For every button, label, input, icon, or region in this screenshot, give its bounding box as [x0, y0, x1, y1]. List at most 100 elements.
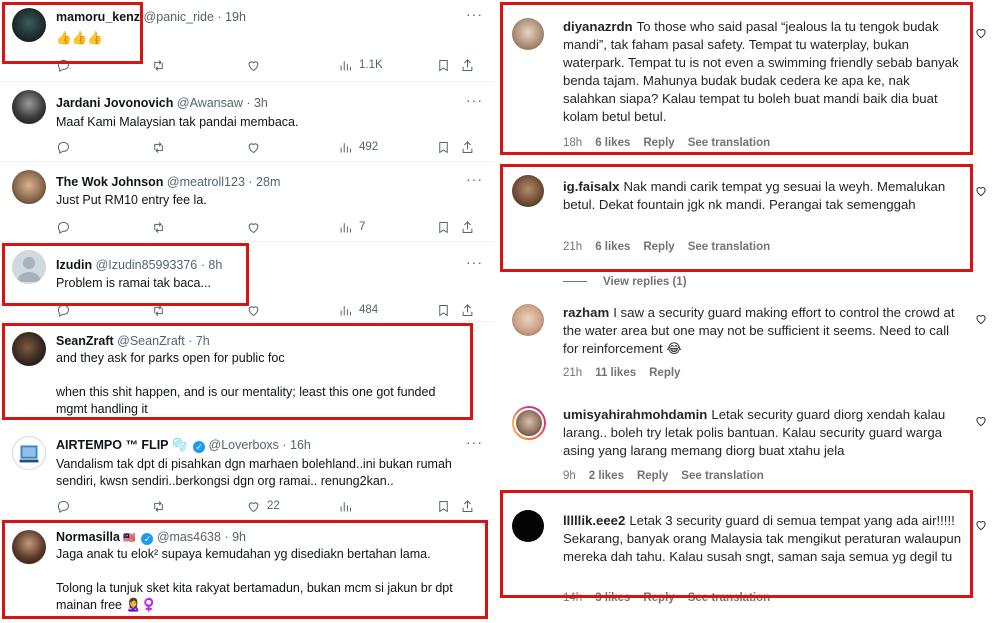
timestamp[interactable]: · 19h	[217, 10, 246, 24]
retweet-button[interactable]	[151, 303, 246, 318]
comment-time[interactable]: 9h	[563, 470, 576, 482]
handle[interactable]: @Awansaw	[177, 96, 243, 110]
display-name[interactable]: Jardani Jovonovich	[56, 96, 173, 110]
avatar[interactable]	[12, 90, 46, 124]
reply-button[interactable]: Reply	[643, 137, 674, 149]
handle[interactable]: @Loverboxs	[209, 438, 279, 452]
like-button[interactable]	[246, 58, 338, 73]
avatar[interactable]	[512, 304, 544, 336]
more-options-icon[interactable]: ···	[466, 171, 483, 187]
story-ring-avatar[interactable]	[512, 406, 546, 440]
see-translation-button[interactable]: See translation	[688, 137, 770, 149]
handle[interactable]: @mas4638	[157, 530, 221, 544]
avatar[interactable]	[512, 510, 544, 542]
x-reply[interactable]: Jardani Jovonovich @Awansaw · 3h ··· Maa…	[0, 82, 495, 162]
x-reply[interactable]: mamoru_kenz @panic_ride · 19h ··· 👍👍👍 1.…	[0, 0, 495, 82]
comment-time[interactable]: 21h	[563, 367, 582, 379]
avatar[interactable]	[12, 332, 46, 366]
more-options-icon[interactable]: ···	[466, 92, 483, 108]
username[interactable]: umisyahirahmohdamin	[563, 407, 707, 422]
display-name[interactable]: Izudin	[56, 258, 92, 272]
share-button[interactable]	[460, 58, 478, 73]
like-button[interactable]	[246, 303, 338, 318]
share-button[interactable]	[460, 220, 478, 235]
views-button[interactable]: 1.1K	[338, 58, 436, 73]
reply-button[interactable]	[56, 58, 151, 73]
display-name[interactable]: Normasilla	[56, 530, 120, 544]
timestamp[interactable]: · 3h	[246, 96, 268, 110]
reply-button[interactable]: Reply	[649, 367, 680, 379]
share-button[interactable]	[460, 140, 478, 155]
reply-button[interactable]: Reply	[643, 592, 674, 604]
timestamp[interactable]: · 8h	[201, 258, 223, 272]
x-reply[interactable]: Izudin @Izudin85993376 · 8h ··· Problem …	[0, 242, 495, 322]
display-name[interactable]: SeanZraft	[56, 334, 114, 348]
views-button[interactable]: 484	[338, 303, 436, 318]
likes-count[interactable]: 11 likes	[595, 367, 636, 379]
handle[interactable]: @meatroll123	[167, 175, 245, 189]
timestamp[interactable]: · 7h	[188, 334, 210, 348]
reply-button[interactable]	[56, 220, 151, 235]
heart-icon[interactable]	[974, 26, 988, 40]
retweet-button[interactable]	[151, 140, 246, 155]
likes-count[interactable]: 2 likes	[589, 470, 624, 482]
see-translation-button[interactable]: See translation	[688, 241, 770, 253]
more-options-icon[interactable]: ···	[466, 254, 483, 270]
bookmark-button[interactable]	[436, 58, 460, 73]
bookmark-button[interactable]	[436, 220, 460, 235]
avatar[interactable]	[12, 250, 46, 284]
bookmark-button[interactable]	[436, 140, 460, 155]
handle[interactable]: @Izudin85993376	[96, 258, 198, 272]
reply-button[interactable]	[56, 140, 151, 155]
heart-icon[interactable]	[974, 518, 988, 532]
x-reply[interactable]: AIRTEMPO ™ FLIP 🫧 ✓ @Loverboxs · 16h ···…	[0, 426, 495, 520]
timestamp[interactable]: · 9h	[224, 530, 246, 544]
display-name[interactable]: The Wok Johnson	[56, 175, 163, 189]
likes-count[interactable]: 6 likes	[595, 241, 630, 253]
timestamp[interactable]: · 28m	[248, 175, 280, 189]
heart-icon[interactable]	[974, 184, 988, 198]
avatar[interactable]	[12, 170, 46, 204]
username[interactable]: ig.faisalx	[563, 179, 619, 194]
x-reply[interactable]: The Wok Johnson @meatroll123 · 28m ··· J…	[0, 162, 495, 242]
avatar[interactable]	[12, 436, 46, 470]
heart-icon[interactable]	[974, 414, 988, 428]
avatar[interactable]	[512, 18, 544, 50]
likes-count[interactable]: 3 likes	[595, 592, 630, 604]
views-button[interactable]: 7	[338, 220, 436, 235]
comment-time[interactable]: 14h	[563, 592, 582, 604]
username[interactable]: razham	[563, 305, 609, 320]
see-translation-button[interactable]: See translation	[688, 592, 770, 604]
timestamp[interactable]: · 16h	[282, 438, 311, 452]
comment-time[interactable]: 18h	[563, 137, 582, 149]
username[interactable]: lllllik.eee2	[563, 513, 625, 528]
retweet-button[interactable]	[151, 58, 246, 73]
like-button[interactable]	[246, 220, 338, 235]
share-button[interactable]	[460, 303, 478, 318]
avatar[interactable]	[12, 530, 46, 564]
retweet-button[interactable]	[151, 220, 246, 235]
see-translation-button[interactable]: See translation	[681, 470, 763, 482]
username[interactable]: diyanazrdn	[563, 19, 633, 34]
like-button[interactable]	[246, 140, 338, 155]
views-button[interactable]	[338, 499, 436, 514]
avatar[interactable]	[512, 175, 544, 207]
more-options-icon[interactable]: ···	[466, 6, 483, 22]
like-button[interactable]: 22	[246, 499, 338, 514]
x-reply[interactable]: SeanZraft @SeanZraft · 7h and they ask f…	[0, 322, 495, 426]
heart-icon[interactable]	[974, 312, 988, 326]
avatar[interactable]	[12, 8, 46, 42]
more-options-icon[interactable]: ···	[466, 434, 483, 450]
bookmark-button[interactable]	[436, 499, 460, 514]
reply-button[interactable]: Reply	[643, 241, 674, 253]
likes-count[interactable]: 6 likes	[595, 137, 630, 149]
reply-button[interactable]: Reply	[637, 470, 668, 482]
retweet-button[interactable]	[151, 499, 246, 514]
display-name[interactable]: AIRTEMPO ™ FLIP	[56, 438, 169, 452]
handle[interactable]: @SeanZraft	[117, 334, 185, 348]
reply-button[interactable]	[56, 499, 151, 514]
reply-button[interactable]	[56, 303, 151, 318]
views-button[interactable]: 492	[338, 140, 436, 155]
x-reply[interactable]: Normasilla 🇲🇾 ✓ @mas4638 · 9h Jaga anak …	[0, 520, 495, 623]
comment-time[interactable]: 21h	[563, 241, 582, 253]
